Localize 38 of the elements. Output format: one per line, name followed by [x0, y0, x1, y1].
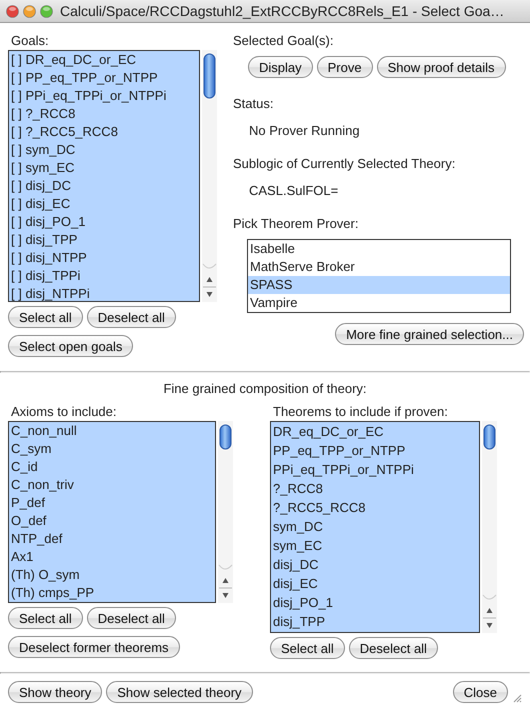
- scrollbar[interactable]: [217, 421, 234, 603]
- status-label: Status:: [232, 95, 274, 113]
- select-button[interactable]: Deselect all: [86, 607, 176, 629]
- deselect-former-theorems-button[interactable]: Deselect former theorems: [8, 636, 180, 658]
- goal-action-button[interactable]: Display: [248, 56, 313, 78]
- resize-grip-icon[interactable]: [512, 693, 522, 703]
- select-open-goals-button[interactable]: Select open goals: [8, 335, 134, 357]
- status-text: No Prover Running: [248, 123, 361, 138]
- list-item[interactable]: SPASS: [248, 276, 510, 294]
- goal-action-button[interactable]: Show proof details: [376, 56, 506, 78]
- sublogic-label: Sublogic of Currently Selected Theory:: [232, 155, 456, 173]
- minimize-icon[interactable]: [23, 4, 36, 18]
- list-box[interactable]: C_non_null C_sym C_id C_non_triv P_def O_def NTP_def Ax1 (Th) O_sym (Th) cmps_PP: [8, 421, 216, 603]
- show-theory-button[interactable]: Show theory: [8, 681, 102, 703]
- axioms-label: Axioms to include:: [10, 403, 118, 421]
- goal-action-button[interactable]: Prove: [316, 56, 373, 78]
- composition-title: Fine grained composition of theory:: [162, 381, 368, 396]
- selected-goals-label: Selected Goal(s):: [232, 32, 334, 50]
- show-theory-button[interactable]: Show selected theory: [106, 681, 253, 703]
- close-button[interactable]: Close: [452, 681, 508, 703]
- goals-label: Goals:: [10, 32, 50, 50]
- scrollbar[interactable]: [481, 421, 498, 633]
- select-button[interactable]: Deselect all: [86, 306, 176, 328]
- select-button[interactable]: Select all: [270, 637, 345, 659]
- scrollbar[interactable]: [201, 50, 218, 302]
- select-button[interactable]: Select all: [8, 607, 83, 629]
- select-button[interactable]: Select all: [8, 306, 83, 328]
- prover-label: Pick Theorem Prover:: [232, 215, 360, 233]
- list-box[interactable]: Isabelle MathServe Broker SPASS Vampire: [247, 239, 511, 313]
- fine-grained-selection-button[interactable]: More fine grained selection...: [335, 323, 524, 345]
- sublogic-text: CASL.SulFOL=: [248, 183, 340, 198]
- list-box[interactable]: [8, 50, 200, 302]
- close-icon[interactable]: [6, 4, 19, 18]
- zoom-icon[interactable]: [40, 4, 53, 18]
- window-title: Calculi/Space/RCCDagstuhl2_ExtRCCByRCC8Rels_E1 - Select Goa…: [60, 3, 504, 19]
- theorems-label: Theorems to include if proven:: [272, 403, 449, 421]
- list-box[interactable]: DR_eq_DC_or_EC PP_eq_TPP_or_NTPP PPi_eq_TPPi_or_NTPPi ?_RCC8 ?_RCC5_RCC8 sym_DC sym_EC disj_DC disj_EC disj_PO_1 disj_TPP: [270, 421, 480, 633]
- select-button[interactable]: Deselect all: [348, 637, 438, 659]
